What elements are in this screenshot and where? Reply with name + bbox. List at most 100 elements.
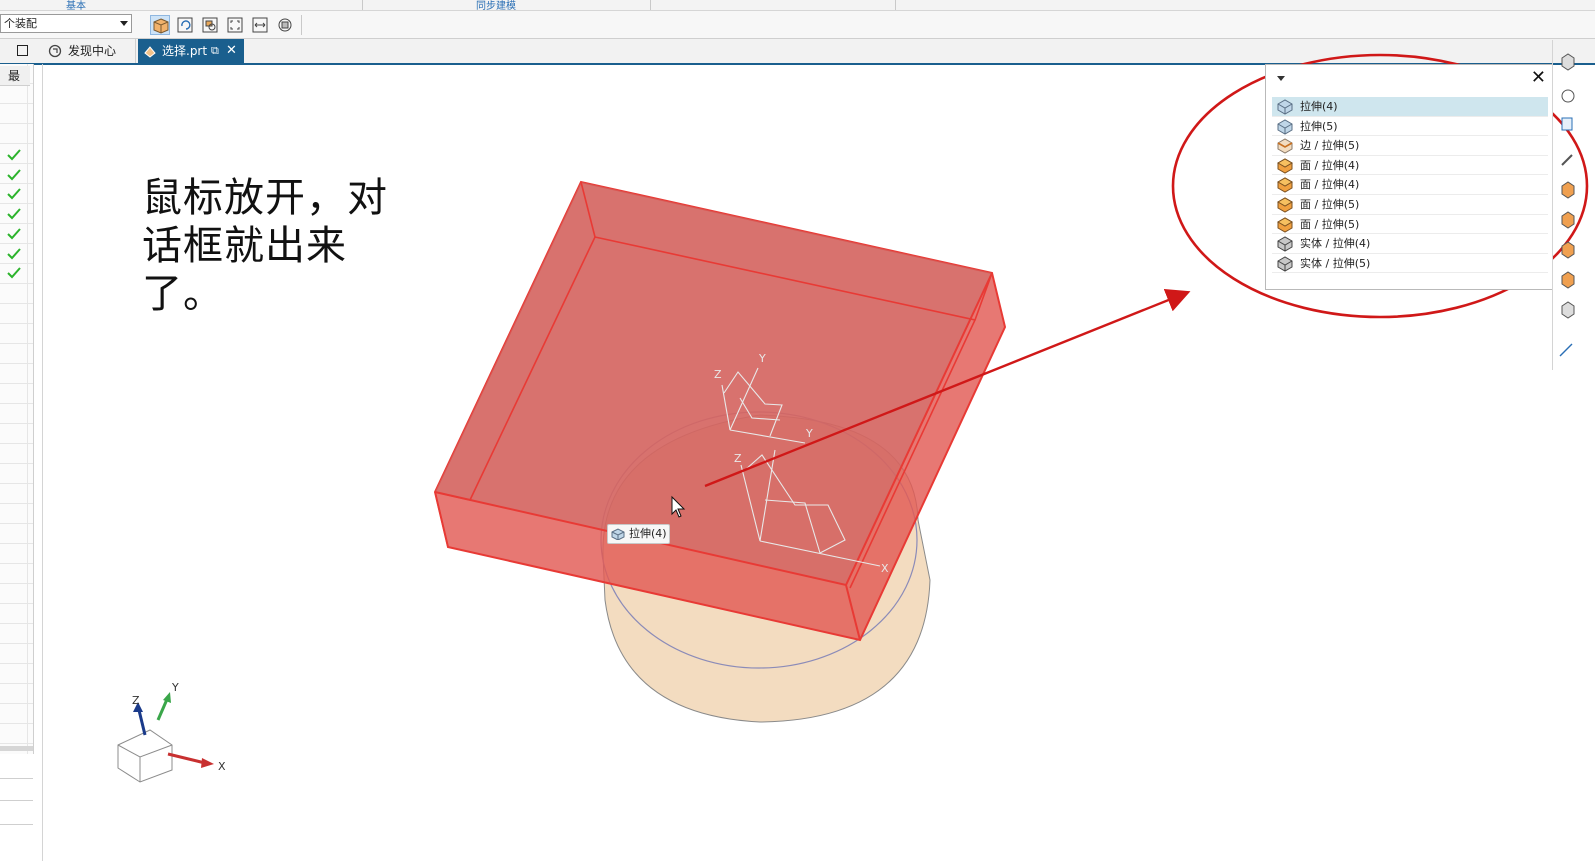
solid-body-icon (1277, 236, 1293, 252)
cylinder-body[interactable] (600, 411, 931, 723)
datum-y-label: Y (805, 427, 813, 440)
resource-bar-icons[interactable] (1559, 53, 1575, 357)
quickpick-item[interactable]: 面 / 拉伸(4) (1272, 156, 1548, 176)
quickpick-item[interactable]: 拉伸(5) (1272, 117, 1548, 137)
divider (0, 800, 33, 801)
mouse-cursor-icon (671, 495, 686, 518)
part-file-icon (144, 46, 156, 58)
extrude-feature-icon (611, 528, 625, 540)
triad-x-axis (167, 752, 206, 765)
checkmark-icon[interactable] (6, 186, 22, 202)
divider (0, 778, 33, 779)
quickpick-item-label: 实体 / 拉伸(4) (1300, 237, 1371, 251)
chevron-down-icon[interactable] (120, 21, 128, 26)
close-icon[interactable]: ✕ (226, 39, 237, 63)
face-icon (1277, 158, 1293, 174)
extrude-feature-icon (1277, 99, 1293, 115)
tab-label: 选择.prt (162, 44, 208, 58)
quickpick-item-label: 边 / 拉伸(5) (1300, 139, 1360, 153)
face-icon (1277, 197, 1293, 213)
edge-icon (1277, 138, 1293, 154)
pop-out-icon[interactable]: ⧉ (211, 39, 219, 63)
triad-x-label: X (218, 760, 226, 773)
datum-y-label: Y (758, 352, 766, 365)
checkmark-icon[interactable] (6, 246, 22, 262)
checkmark-icon[interactable] (6, 167, 22, 183)
document-tab-bar: 发现中心 选择.prt ⧉ ✕ (0, 39, 1595, 65)
type-filter-combo[interactable]: 个装配 (0, 14, 132, 33)
annotation-text: 鼠标放开，对话框就出来了。 (142, 175, 388, 317)
quickpick-item[interactable]: 面 / 拉伸(5) (1272, 195, 1548, 215)
ribbon-separator (895, 0, 896, 10)
pan-view-button[interactable] (250, 15, 270, 35)
quickpick-item-label: 面 / 拉伸(4) (1300, 158, 1360, 172)
quickpick-item[interactable]: 边 / 拉伸(5) (1272, 136, 1548, 156)
triad-z-axis (136, 705, 147, 736)
quickpick-item-label: 拉伸(5) (1300, 119, 1338, 133)
ribbon-separator (650, 0, 651, 10)
hover-tooltip: 拉伸(4) (607, 524, 670, 544)
checkmark-icon[interactable] (6, 226, 22, 242)
view-triad[interactable]: Z Y X (117, 681, 226, 783)
checkmark-icon[interactable] (6, 265, 22, 281)
triad-y-axis (156, 696, 170, 721)
quickpick-header: ✕ (1266, 65, 1552, 92)
extrude-feature-icon (1277, 119, 1293, 135)
navigator-scrollbar[interactable] (0, 746, 33, 751)
zoom-window-button[interactable] (200, 15, 220, 35)
face-icon (1277, 216, 1293, 233)
ribbon-separator (362, 0, 363, 10)
annotation-arrow (704, 289, 1191, 488)
discovery-center-icon (48, 44, 62, 58)
quickpick-item-label: 拉伸(4) (1300, 100, 1338, 113)
tab-active-part[interactable]: 选择.prt ⧉ ✕ (138, 39, 244, 63)
quickpick-item-label: 面 / 拉伸(4) (1300, 178, 1360, 192)
right-resource-bar (1552, 40, 1575, 370)
datum-coordinate-system[interactable] (721, 367, 881, 567)
tooltip-label: 拉伸(4) (629, 527, 667, 540)
pan-icon (252, 17, 268, 33)
fit-icon (227, 17, 243, 33)
type-filter-value: 个装配 (4, 17, 37, 30)
datum-z-label: Z (734, 452, 742, 465)
ribbon-group-strip: 基本 同步建模 (0, 0, 1595, 12)
triad-y-label: Y (171, 681, 179, 694)
quickpick-list: 拉伸(4) 拉伸(5) 边 / 拉伸(5) 面 / 拉伸(4) 面 / 拉伸(4) 面 /… (1272, 97, 1548, 274)
checkmark-icon[interactable] (6, 147, 22, 163)
divider (0, 824, 33, 825)
viewport-left-border (42, 64, 43, 861)
datum-z-label: Z (714, 368, 722, 381)
zoom-window-icon (202, 17, 218, 33)
quickpick-item[interactable]: 面 / 拉伸(5) (1272, 215, 1548, 235)
toolbar-separator (301, 15, 302, 35)
chevron-down-icon[interactable] (1277, 76, 1285, 81)
datum-x-label: X (881, 562, 889, 575)
tab-label: 发现中心 (68, 44, 117, 58)
quickpick-item-label: 面 / 拉伸(5) (1300, 217, 1360, 231)
checkmark-icon[interactable] (6, 206, 22, 222)
datum-axis-labels: Z Y Y Z X (714, 352, 889, 575)
selection-toolbar: 个装配 (0, 11, 1595, 39)
view-orientation-icon (278, 18, 292, 32)
restore-window-icon[interactable] (17, 45, 28, 56)
shaded-cube-icon (153, 18, 169, 34)
rotate-view-button[interactable] (175, 15, 195, 35)
rotate-icon (177, 17, 193, 33)
quickpick-item-label: 面 / 拉伸(5) (1300, 197, 1360, 211)
close-icon[interactable]: ✕ (1531, 67, 1546, 88)
quickpick-item[interactable]: 面 / 拉伸(4) (1272, 175, 1548, 195)
view-orientation-button[interactable] (275, 15, 295, 35)
navigator-column-header[interactable]: 最 (0, 66, 30, 86)
tab-discovery-center[interactable]: 发现中心 (42, 39, 136, 63)
solid-body-icon (1277, 256, 1293, 272)
shaded-view-button[interactable] (150, 15, 170, 35)
quickpick-dialog: ✕ 拉伸(4) 拉伸(5) 边 / 拉伸(5) 面 / 拉伸(4) 面 / 拉伸(4) 面… (1265, 64, 1553, 290)
quickpick-item-label: 实体 / 拉伸(5) (1300, 256, 1371, 270)
fit-view-button[interactable] (225, 15, 245, 35)
quickpick-item[interactable]: 实体 / 拉伸(5) (1272, 254, 1548, 274)
quickpick-item[interactable]: 拉伸(4) (1272, 97, 1548, 117)
extruded-box-body[interactable] (433, 180, 1007, 642)
triad-z-label: Z (132, 694, 140, 707)
quickpick-item[interactable]: 实体 / 拉伸(4) (1272, 234, 1548, 254)
face-icon (1277, 177, 1293, 193)
